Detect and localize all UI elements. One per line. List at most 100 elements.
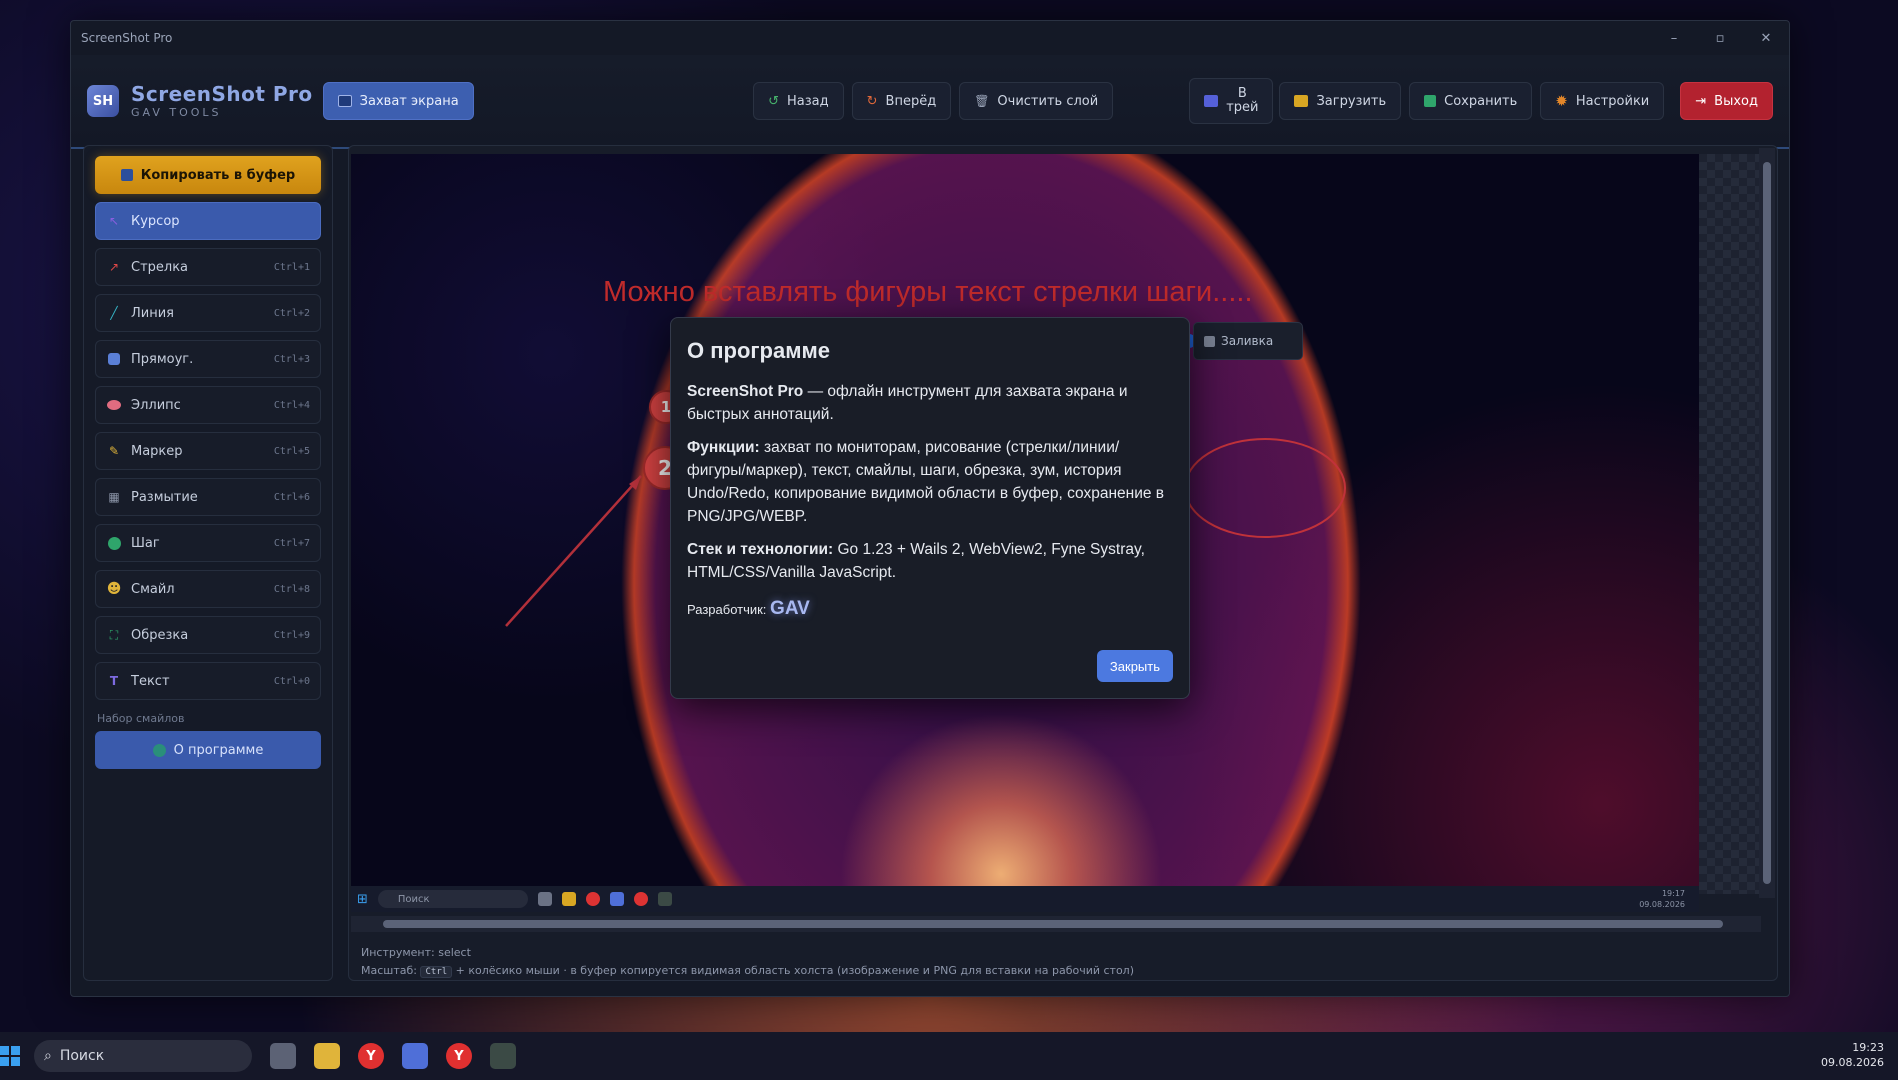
status-zoom-hint: Масштаб: Ctrl + колёсико мыши · в буфер …	[361, 962, 1135, 980]
cursor-icon: ↖	[108, 214, 120, 228]
captured-date: 09.08.2026	[1639, 900, 1685, 909]
arrow-icon: ↗	[108, 260, 120, 274]
tool-shortcut: Ctrl+7	[273, 537, 310, 549]
undo-button[interactable]: ↺ Назад	[753, 82, 844, 120]
developer-label: Разработчик:	[687, 602, 767, 617]
fill-checkbox[interactable]	[1204, 335, 1215, 347]
status-bar: Инструмент: select Масштаб: Ctrl + колёс…	[361, 944, 1135, 980]
tool-shortcut: Ctrl+5	[273, 445, 310, 457]
save-button[interactable]: Сохранить	[1409, 82, 1533, 120]
remote-desktop-icon[interactable]	[402, 1043, 428, 1069]
maximize-button[interactable]: ▫	[1697, 21, 1743, 55]
main-toolbar: SH ScreenShot Pro GAV TOOLS Захват экран…	[71, 55, 1789, 149]
fill-toggle[interactable]: Заливка	[1193, 322, 1303, 360]
vertical-scrollbar[interactable]	[1759, 148, 1775, 898]
transparent-area	[1699, 154, 1759, 894]
tool-label: Эллипс	[131, 397, 181, 413]
app-logo: SH	[87, 85, 119, 117]
tools-sidebar: Копировать в буфер ↖ Курсор ↗ Стрелка Ct…	[83, 145, 333, 981]
captured-time: 19:17	[1661, 889, 1685, 898]
about-label: О программе	[173, 742, 264, 758]
dialog-stack: Стек и технологии: Go 1.23 + Wails 2, We…	[687, 538, 1173, 584]
brand-subtitle: GAV TOOLS	[131, 106, 222, 119]
annotation-arrow[interactable]	[505, 475, 642, 627]
tool-ellipse[interactable]: Эллипс Ctrl+4	[95, 386, 321, 424]
tool-label: Смайл	[131, 581, 175, 597]
captured-app-icon	[609, 892, 624, 906]
tool-rectangle[interactable]: Прямоуг. Ctrl+3	[95, 340, 321, 378]
clear-layer-button[interactable]: 🗑 Очистить слой	[959, 82, 1114, 120]
captured-folder-icon	[561, 892, 576, 906]
about-dialog: О программе ScreenShot Pro — офлайн инст…	[670, 317, 1190, 699]
tool-line[interactable]: ╱ Линия Ctrl+2	[95, 294, 321, 332]
annotation-ellipse[interactable]	[1184, 438, 1346, 538]
smile-icon: ☻	[106, 581, 122, 597]
os-search-box[interactable]: ⌕ Поиск	[34, 1040, 252, 1072]
tool-text[interactable]: T Текст Ctrl+0	[95, 662, 321, 700]
tool-blur[interactable]: ▦ Размытие Ctrl+6	[95, 478, 321, 516]
os-clock[interactable]: 19:23 09.08.2026	[1821, 1040, 1884, 1070]
load-button[interactable]: Загрузить	[1279, 82, 1402, 120]
captured-clock: 19:17 09.08.2026	[1639, 888, 1685, 910]
capture-screen-button[interactable]: Захват экрана	[322, 82, 474, 120]
close-window-button[interactable]: ✕	[1743, 21, 1789, 55]
os-time: 19:23	[1852, 1041, 1884, 1054]
folder-icon	[1294, 95, 1309, 107]
tool-label: Маркер	[131, 443, 183, 459]
tool-cursor[interactable]: ↖ Курсор	[95, 202, 321, 240]
settings-button[interactable]: ✹ Настройки	[1540, 82, 1665, 120]
tool-shortcut: Ctrl+0	[273, 675, 310, 687]
exit-button[interactable]: ⇥ Выход	[1680, 82, 1773, 120]
developer-name: GAV	[770, 598, 810, 619]
screenshot-pro-taskbar-icon[interactable]	[490, 1043, 516, 1069]
tool-smile[interactable]: ☻ Смайл Ctrl+8	[95, 570, 321, 608]
trash-icon: 🗑	[974, 94, 990, 108]
exit-icon: ⇥	[1695, 93, 1707, 109]
os-date: 09.08.2026	[1821, 1056, 1884, 1069]
captured-windows-icon: ⊞	[357, 891, 368, 907]
tool-step[interactable]: Шаг Ctrl+7	[95, 524, 321, 562]
file-explorer-icon[interactable]	[314, 1043, 340, 1069]
to-tray-button[interactable]: В трей	[1189, 78, 1274, 124]
tool-crop[interactable]: ⛶ Обрезка Ctrl+9	[95, 616, 321, 654]
window-title: ScreenShot Pro	[81, 31, 173, 45]
minimize-button[interactable]: –	[1651, 21, 1697, 55]
text-icon: T	[109, 674, 119, 688]
tool-arrow[interactable]: ↗ Стрелка Ctrl+1	[95, 248, 321, 286]
horizontal-scrollbar[interactable]	[351, 916, 1761, 932]
tool-shortcut: Ctrl+6	[273, 491, 310, 503]
copy-to-clipboard-button[interactable]: Копировать в буфер	[95, 156, 321, 194]
task-view-icon[interactable]	[270, 1043, 296, 1069]
about-button[interactable]: О программе	[95, 731, 321, 769]
tool-label: Курсор	[131, 213, 180, 229]
yandex-browser-2-icon[interactable]: Y	[446, 1043, 472, 1069]
dialog-features: Функции: захват по мониторам, рисование …	[687, 436, 1173, 528]
captured-taskbar: ⊞ Поиск 19:17 09.08.2026	[351, 886, 1699, 912]
crop-icon: ⛶	[109, 627, 119, 642]
os-search-placeholder: Поиск	[59, 1048, 105, 1064]
step-icon	[106, 536, 122, 550]
brand-name: ScreenShot Pro	[131, 82, 313, 106]
tool-label: Размытие	[131, 489, 198, 505]
title-bar: ScreenShot Pro – ▫ ✕	[71, 21, 1789, 55]
zoom-suffix: + колёсико мыши · в буфер копируется вид…	[455, 964, 1135, 977]
tray-icon	[1204, 95, 1219, 107]
ellipse-icon	[106, 400, 122, 410]
redo-button[interactable]: ↻ Вперёд	[851, 82, 952, 120]
info-icon	[152, 743, 166, 757]
horizontal-scroll-thumb[interactable]	[383, 920, 1723, 928]
gear-icon: ✹	[1555, 92, 1568, 110]
tool-marker[interactable]: ✎ Маркер Ctrl+5	[95, 432, 321, 470]
save-icon	[1424, 95, 1437, 107]
status-tool: Инструмент: select	[361, 946, 471, 959]
rectangle-icon	[106, 353, 122, 365]
tray-label-line2: трей	[1226, 100, 1259, 115]
tool-label: Текст	[131, 673, 170, 689]
captured-screenshot-icon	[657, 892, 672, 906]
redo-icon: ↻	[866, 93, 878, 109]
tool-shortcut: Ctrl+4	[273, 399, 310, 411]
windows-start-icon[interactable]	[0, 1046, 20, 1066]
yandex-browser-icon[interactable]: Y	[358, 1043, 384, 1069]
close-dialog-button[interactable]: Закрыть	[1096, 650, 1173, 682]
vertical-scroll-thumb[interactable]	[1763, 162, 1771, 884]
